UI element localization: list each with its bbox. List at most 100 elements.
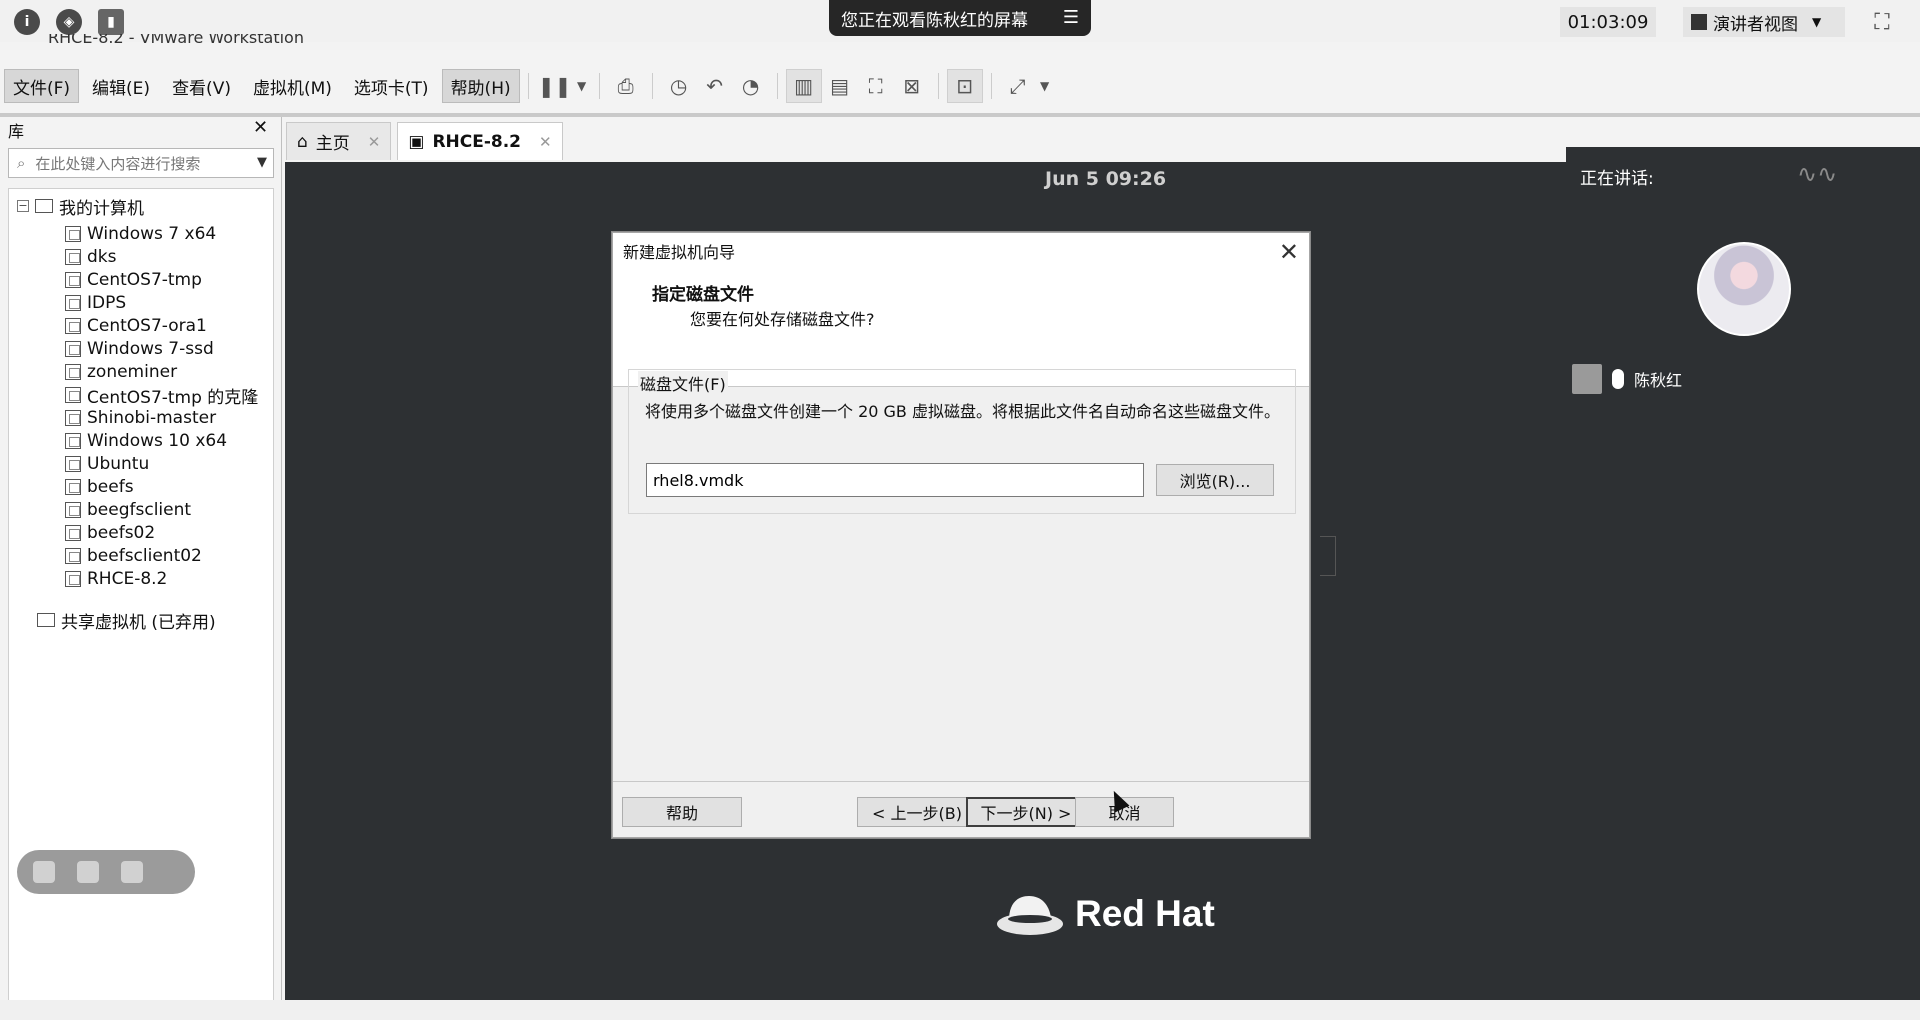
menu-file[interactable]: 文件(F): [4, 69, 80, 103]
vm-icon: [65, 456, 81, 472]
toolbar-separator: [651, 73, 653, 99]
tree-item-label: CentOS7-tmp: [87, 270, 202, 290]
full-screen-icon[interactable]: ⛶: [858, 69, 894, 103]
menu-help[interactable]: 帮助(H): [441, 69, 520, 103]
home-icon: ⌂: [297, 131, 308, 152]
toolbar-separator: [990, 73, 992, 99]
chevron-down-icon[interactable]: ▼: [573, 69, 591, 103]
fullscreen-icon[interactable]: ⛶: [1868, 8, 1896, 36]
speaker-name: 陈秋红: [1634, 371, 1683, 390]
vm-icon: [65, 272, 81, 288]
tree-item-label: Windows 7-ssd: [87, 339, 214, 359]
presenter-view-dropdown[interactable]: 演讲者视图 ▼: [1683, 7, 1845, 37]
floating-share-toolbar[interactable]: [17, 850, 195, 894]
tree-item-label: beefsclient02: [87, 546, 202, 566]
vm-icon: ▣: [408, 131, 425, 152]
tree-item-label: Windows 7 x64: [87, 224, 217, 244]
toolbar-separator: [776, 73, 778, 99]
thumbnail-bar-icon[interactable]: ▤: [822, 69, 858, 103]
tree-item-label: zoneminer: [87, 362, 178, 382]
tree-item-label: 我的计算机: [59, 198, 144, 219]
search-icon: ⌕: [17, 154, 26, 172]
snapshot-icon[interactable]: ◷: [661, 69, 697, 103]
tree-item-label: Ubuntu: [87, 454, 150, 474]
pause-icon[interactable]: ❚❚: [537, 69, 573, 103]
window-title: RHCE-8.2 - VMware Workstation: [48, 34, 304, 46]
back-button[interactable]: < 上一步(B): [857, 797, 977, 827]
stretch-guest-icon[interactable]: ⤢: [1000, 69, 1036, 103]
redhat-hat-icon: [997, 896, 1063, 935]
chevron-down-icon[interactable]: ▼: [1036, 69, 1054, 103]
shield-icon[interactable]: ◈: [56, 9, 82, 35]
vm-icon: [65, 226, 81, 242]
close-icon[interactable]: ✕: [253, 117, 268, 138]
tab-home[interactable]: ⌂ 主页 ✕: [286, 122, 392, 160]
chat-icon[interactable]: [121, 861, 143, 883]
tree-item-label: Windows 10 x64: [87, 431, 228, 451]
dialog-heading: 指定磁盘文件: [652, 285, 754, 305]
bottom-taskbar: [0, 1000, 1920, 1020]
menu-toolbar: 文件(F) 编辑(E) 查看(V) 虚拟机(M) 选项卡(T) 帮助(H) ❚❚…: [0, 66, 1920, 106]
tree-item-vm[interactable]: RHCE-8.2: [65, 566, 167, 592]
screen-share-banner[interactable]: 您正在观看陈秋红的屏幕 ☰: [829, 0, 1091, 36]
toolbar-separator: [598, 73, 600, 99]
tab-bar: ⌂ 主页 ✕ ▣ RHCE-8.2 ✕: [286, 122, 563, 160]
avatar: [1697, 242, 1791, 336]
tab-label: 主页: [315, 134, 350, 154]
library-title: 库: [8, 122, 25, 141]
group-description: 将使用多个磁盘文件创建一个 20 GB 虚拟磁盘。将根据此文件名自动命名这些磁盘…: [645, 402, 1280, 421]
vm-icon: [65, 318, 81, 334]
dialog-subheading: 您要在何处存储磁盘文件?: [690, 310, 875, 329]
revert-snapshot-icon[interactable]: ↶: [697, 69, 733, 103]
emoji-icon[interactable]: [77, 861, 99, 883]
menu-vm[interactable]: 虚拟机(M): [244, 69, 341, 103]
signal-icon[interactable]: ▮: [98, 9, 124, 35]
vm-icon: [65, 502, 81, 518]
tab-rhce[interactable]: ▣ RHCE-8.2 ✕: [397, 122, 563, 160]
microphone-icon: [1612, 369, 1624, 389]
menu-icon[interactable]: ☰: [1063, 7, 1079, 28]
menu-tabs[interactable]: 选项卡(T): [345, 69, 438, 103]
tree-item-label: beefs02: [87, 523, 156, 543]
redhat-wordmark: Red Hat: [1075, 893, 1215, 934]
close-icon[interactable]: ✕: [368, 133, 381, 151]
dialog-titlebar: 新建虚拟机向导: [613, 233, 1309, 269]
layout-icon: [1691, 14, 1707, 30]
menu-edit[interactable]: 编辑(E): [83, 69, 159, 103]
snapshot-manager-icon[interactable]: ◔: [733, 69, 769, 103]
collapse-icon[interactable]: −: [17, 200, 29, 212]
browse-button[interactable]: 浏览(R)...: [1156, 464, 1274, 496]
toolbar-separator: [937, 73, 939, 99]
tree-item-label: beefs: [87, 477, 134, 497]
chevron-down-icon[interactable]: ▼: [257, 155, 267, 170]
vm-icon: [65, 341, 81, 357]
disk-file-input[interactable]: [646, 463, 1144, 497]
tree-item-label: Shinobi-master: [87, 408, 217, 428]
tree-item-label: dks: [87, 247, 117, 267]
vm-icon: [65, 525, 81, 541]
toolbar-divider: [0, 113, 1920, 117]
close-icon[interactable]: ✕: [1279, 238, 1299, 266]
help-button[interactable]: 帮助: [622, 797, 742, 827]
vm-icon: [65, 295, 81, 311]
tree-item-label: IDPS: [87, 293, 127, 313]
group-label: 磁盘文件(F): [638, 371, 728, 395]
vm-icon: [65, 548, 81, 564]
next-button[interactable]: 下一步(N) >: [966, 797, 1086, 827]
vm-icon: [65, 433, 81, 449]
unity-icon[interactable]: ⊠: [894, 69, 930, 103]
tree-item-my-computer[interactable]: − 我的计算机: [17, 193, 144, 219]
vm-icon: [65, 249, 81, 265]
tree-item-label: beegfsclient: [87, 500, 192, 520]
shared-vms-icon: [37, 613, 55, 627]
speaking-label: 正在讲话:: [1580, 169, 1654, 189]
console-view-icon[interactable]: ⊡: [946, 69, 983, 103]
menu-view[interactable]: 查看(V): [163, 69, 240, 103]
library-search-input[interactable]: ⌕ 在此处键入内容进行搜索 ▼: [8, 148, 274, 178]
tree-item-shared-vms[interactable]: 共享虚拟机 (已弃用): [37, 607, 216, 633]
send-ctrl-alt-del-icon[interactable]: ⎙: [608, 69, 644, 103]
apps-icon[interactable]: [33, 861, 55, 883]
info-icon[interactable]: i: [14, 9, 40, 35]
show-library-icon[interactable]: ▥: [785, 69, 822, 103]
close-icon[interactable]: ✕: [539, 133, 552, 151]
